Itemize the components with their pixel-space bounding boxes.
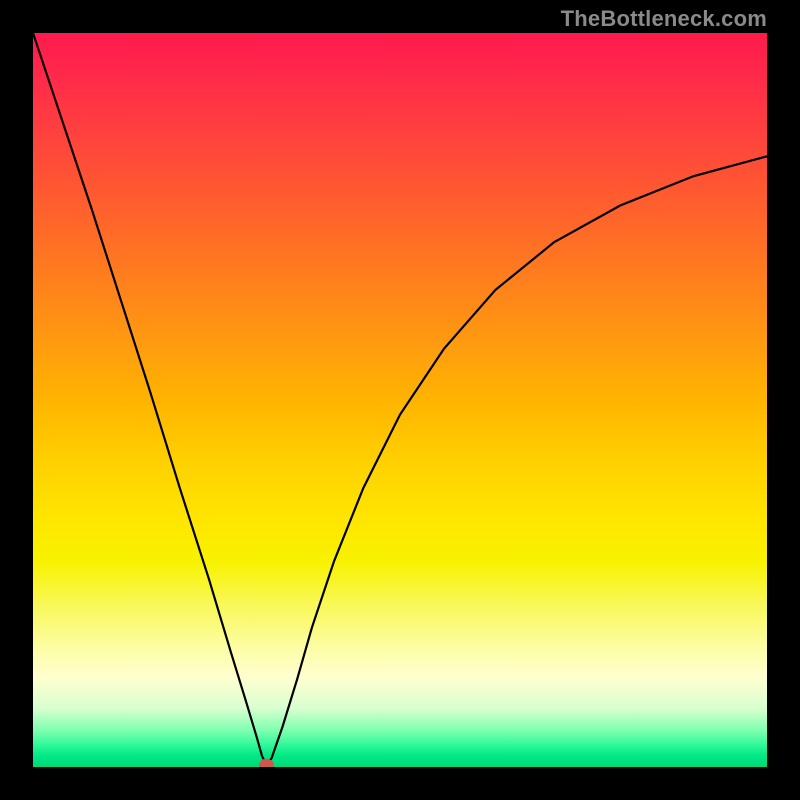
plot-area [33,33,767,767]
bottleneck-curve [33,33,767,765]
watermark-text: TheBottleneck.com [561,6,767,32]
chart-svg [33,33,767,767]
minimum-marker [259,759,273,767]
chart-frame: TheBottleneck.com [0,0,800,800]
